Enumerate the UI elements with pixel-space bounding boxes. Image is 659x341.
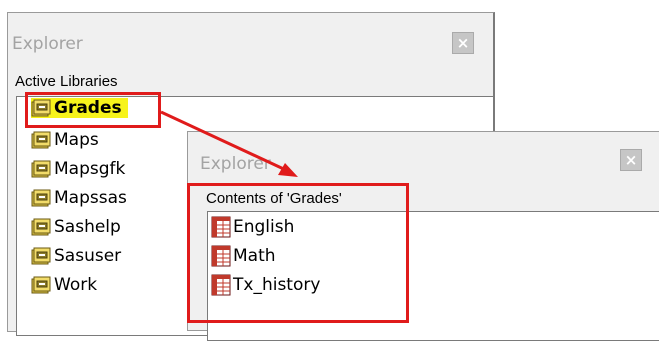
annotation-arrow xyxy=(160,110,298,177)
